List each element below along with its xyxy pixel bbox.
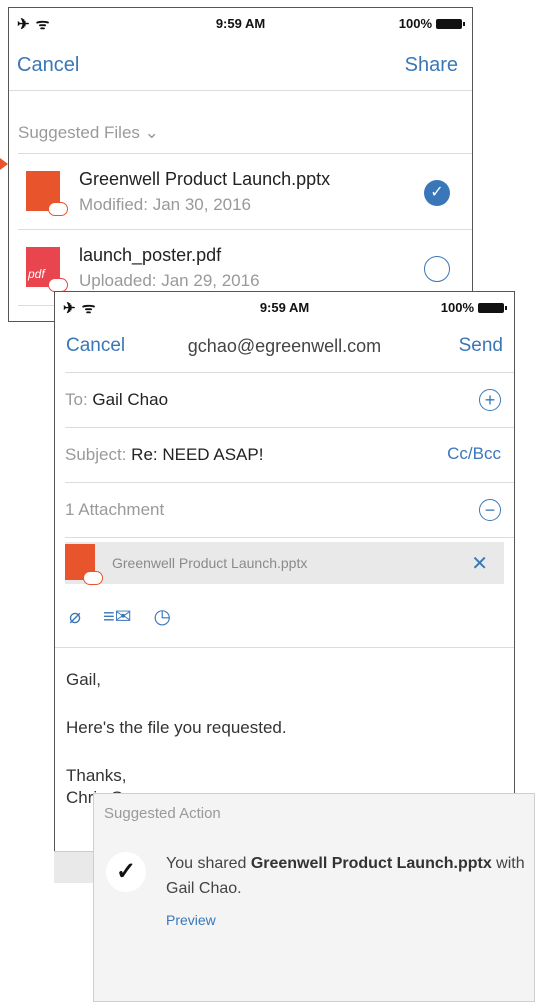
remove-attachment-icon[interactable]: ✕: [471, 551, 488, 576]
file-meta: Modified: Jan 30, 2016: [79, 195, 252, 214]
compose-toolbar: ⌀ ≡✉ ◷: [69, 604, 171, 629]
subject-label: Subject:: [65, 445, 127, 464]
file-name: Greenwell Product Launch.pptx: [79, 169, 331, 189]
clock-icon[interactable]: ◷: [153, 604, 170, 629]
subject-value: Re: NEED ASAP!: [131, 445, 264, 464]
to-field[interactable]: To: Gail Chao +: [65, 372, 514, 427]
cc-bcc-button[interactable]: Cc/Bcc: [447, 444, 501, 464]
status-bar: ✈ ᯤ 9:59 AM 100%: [55, 292, 514, 322]
selected-check-icon[interactable]: ✓: [424, 180, 450, 206]
file-meta: Uploaded: Jan 29, 2016: [79, 271, 260, 290]
pdf-file-icon: pdf: [26, 247, 68, 292]
collapse-attachments-icon[interactable]: −: [479, 499, 501, 521]
cancel-button[interactable]: Cancel: [17, 54, 79, 77]
compose-bottom-bar: [54, 851, 94, 883]
attachment-name: Greenwell Product Launch.pptx: [112, 555, 308, 571]
add-recipient-icon[interactable]: +: [479, 389, 501, 411]
pptx-file-icon: [65, 544, 103, 585]
suggested-files-dropdown[interactable]: Suggested Files ⌄: [9, 91, 472, 153]
battery-percent: 100%: [440, 300, 474, 315]
subject-field[interactable]: Subject: Re: NEED ASAP! Cc/Bcc: [65, 427, 514, 482]
mail-template-icon[interactable]: ≡✉: [103, 604, 131, 629]
attachment-item[interactable]: Greenwell Product Launch.pptx ✕: [65, 542, 504, 585]
file-row-pptx[interactable]: Greenwell Product Launch.pptx Modified: …: [18, 153, 472, 229]
pptx-file-icon: [26, 171, 68, 216]
battery-icon: [436, 18, 465, 29]
share-nav-bar: Cancel Share: [9, 38, 472, 90]
attachments-header[interactable]: 1 Attachment −: [65, 482, 514, 537]
checkmark-icon: ✓: [106, 852, 146, 892]
card-title: Suggested Action: [104, 805, 221, 822]
battery-indicator: 100%: [398, 16, 465, 31]
battery-indicator: 100%: [440, 300, 507, 315]
share-sheet-screen: ✈ ᯤ 9:59 AM 100% Cancel Share Suggested …: [8, 7, 473, 322]
pdf-label: pdf: [28, 267, 45, 281]
share-button[interactable]: Share: [405, 54, 458, 77]
status-bar: ✈ ᯤ 9:59 AM 100%: [9, 8, 472, 38]
msg-prefix: You shared: [166, 855, 251, 872]
card-message: You shared Greenwell Product Launch.pptx…: [166, 851, 534, 901]
body-closing[interactable]: Thanks,: [66, 766, 126, 786]
file-name: launch_poster.pdf: [79, 245, 222, 265]
body-greeting[interactable]: Gail,: [66, 670, 101, 690]
compose-nav-bar: Cancel gchao@egreenwell.com Send: [55, 322, 514, 372]
battery-percent: 100%: [398, 16, 432, 31]
send-button[interactable]: Send: [459, 335, 503, 357]
unselected-radio-icon[interactable]: [424, 256, 450, 282]
from-account[interactable]: gchao@egreenwell.com: [55, 336, 514, 357]
paperclip-icon[interactable]: ⌀: [69, 604, 81, 629]
msg-file: Greenwell Product Launch.pptx: [250, 855, 492, 872]
battery-icon: [478, 302, 507, 313]
selection-pointer-arrow: [0, 158, 8, 170]
body-line[interactable]: Here's the file you requested.: [66, 718, 287, 738]
preview-link[interactable]: Preview: [166, 912, 216, 928]
suggested-action-card: Suggested Action ✓ You shared Greenwell …: [93, 793, 535, 1002]
to-label: To:: [65, 390, 88, 409]
attachments-label: 1 Attachment: [65, 500, 165, 519]
to-value: Gail Chao: [92, 390, 169, 409]
